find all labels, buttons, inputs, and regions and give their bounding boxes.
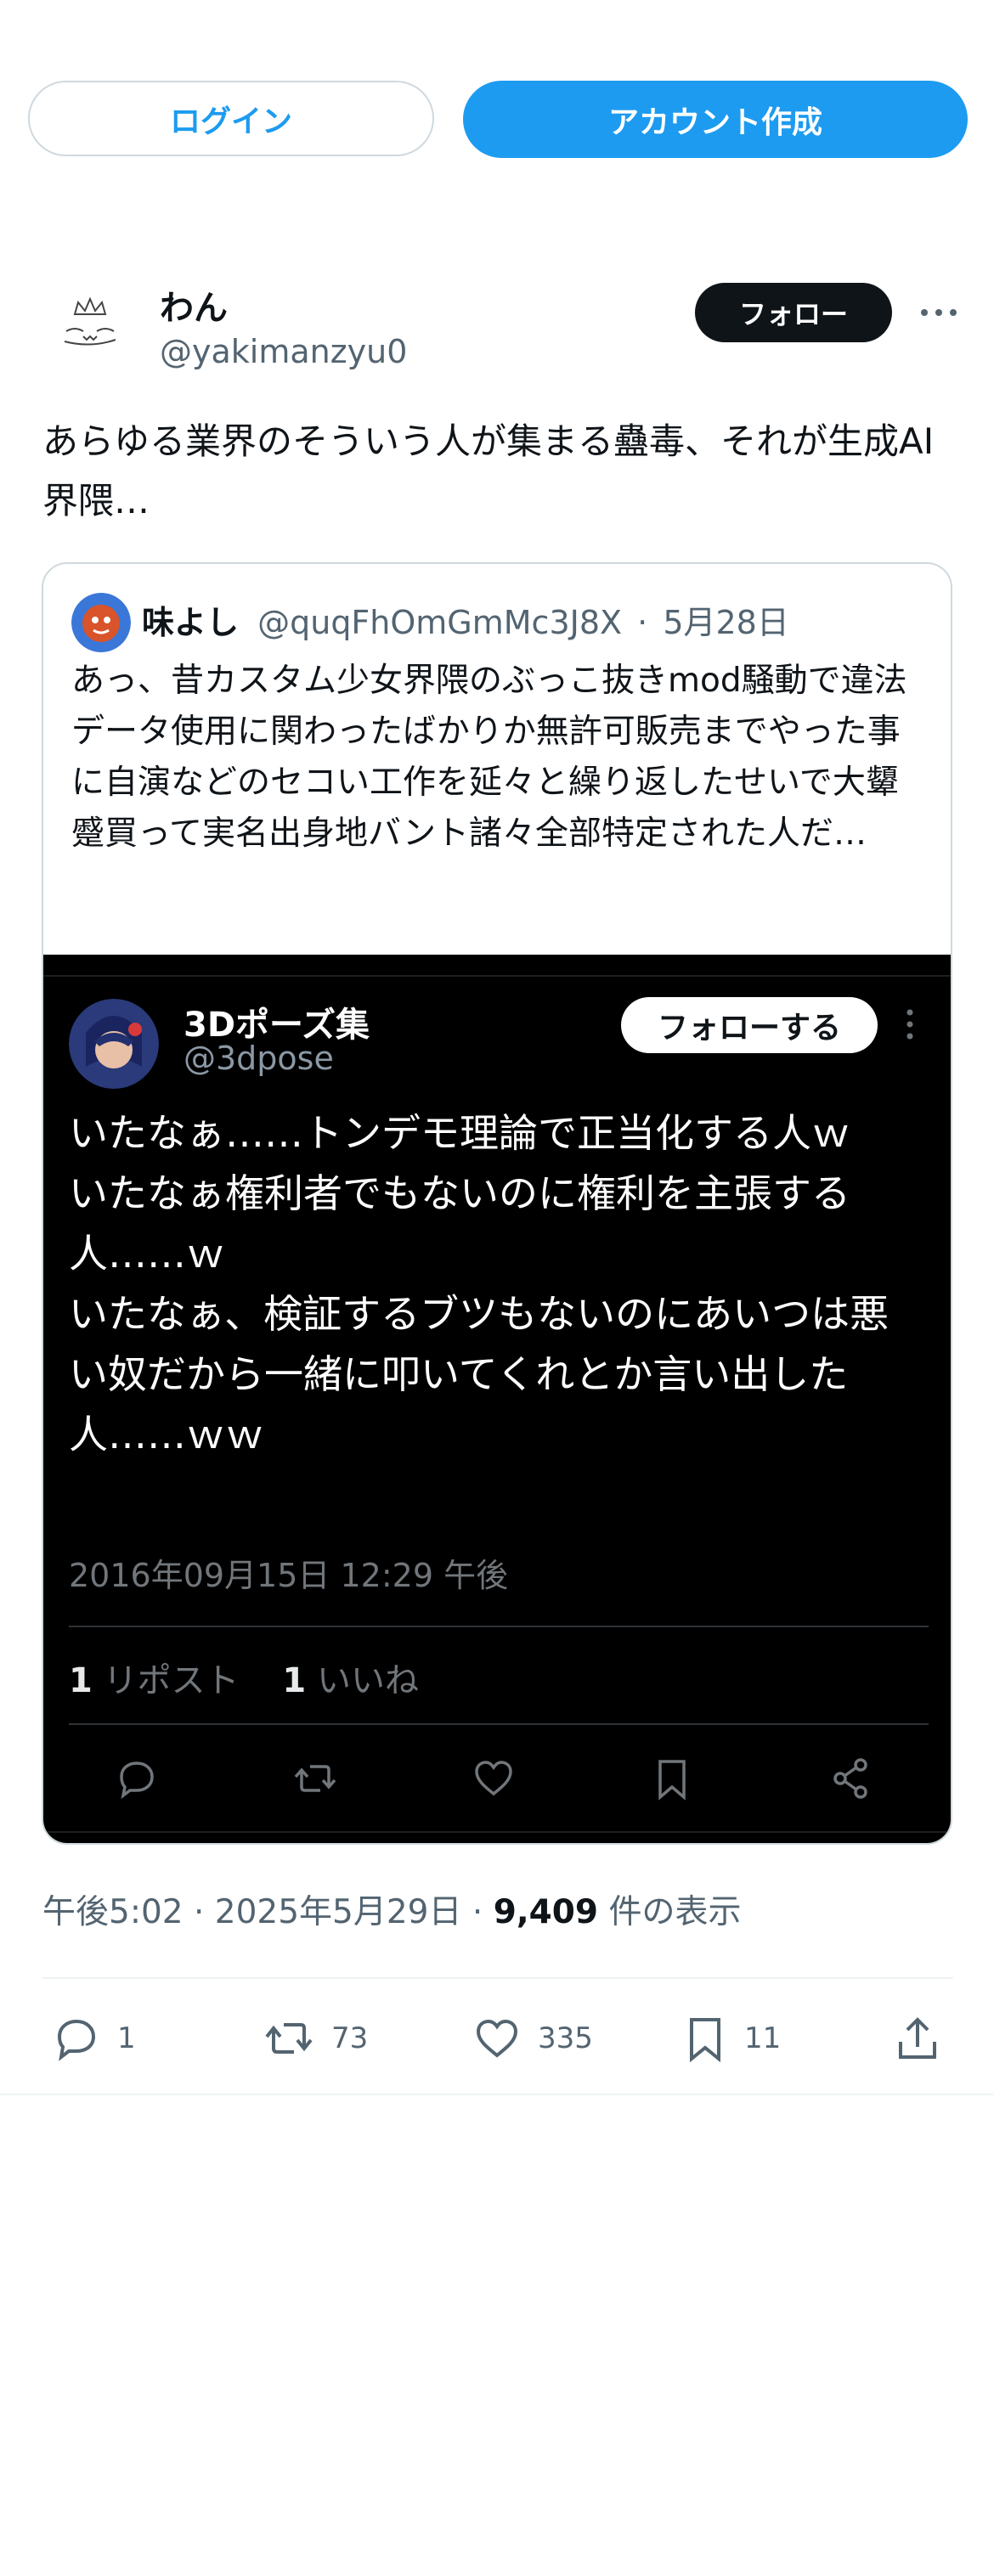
tweet-author: わん @yakimanzyu0 フォロー <box>42 280 960 391</box>
avatar[interactable] <box>49 287 131 369</box>
embedded-reposts-label: リポスト <box>103 1661 240 1700</box>
bookmark-icon <box>658 1760 686 1801</box>
author-handle[interactable]: @yakimanzyu0 <box>160 333 407 370</box>
quoted-tweet[interactable]: 味よし @quqFhOmGmMc3J8X · 5月28日 あっ、昔カスタム少女界… <box>42 562 952 1845</box>
share-icon <box>899 2017 936 2059</box>
auth-row: ログイン アカウント作成 <box>28 81 968 158</box>
tweet-time[interactable]: 午後5:02 <box>42 1893 184 1931</box>
divider <box>69 1723 929 1725</box>
repost-button[interactable]: 73 <box>262 2004 368 2072</box>
tweet-meta: 午後5:02 · 2025年5月29日 · 9,409 件の表示 <box>42 1885 742 1933</box>
views-label: 件の表示 <box>608 1893 742 1931</box>
divider <box>69 1626 929 1627</box>
separator-dot: · <box>472 1893 494 1931</box>
signup-button[interactable]: アカウント作成 <box>463 81 968 158</box>
embedded-action-bar <box>69 1745 929 1812</box>
embed-top-border <box>43 955 951 977</box>
bookmark-button[interactable]: 11 <box>681 2004 781 2072</box>
divider <box>43 1831 951 1833</box>
more-icon[interactable] <box>918 297 960 328</box>
quote-date[interactable]: 5月28日 <box>663 604 789 641</box>
embedded-reposts-count: 1 <box>69 1661 93 1700</box>
quote-author-name[interactable]: 味よし <box>142 604 239 641</box>
reply-count: 1 <box>117 2021 136 2055</box>
x-logo-icon[interactable] <box>41 0 99 15</box>
like-icon <box>476 2019 518 2058</box>
quote-header: 味よし @quqFhOmGmMc3J8X · 5月28日 <box>142 596 789 643</box>
embedded-likes-label: いいね <box>316 1661 419 1700</box>
share-button[interactable] <box>892 2004 958 2072</box>
login-button[interactable]: ログイン <box>28 81 434 156</box>
follow-button[interactable]: フォロー <box>695 283 892 342</box>
embedded-more-icon <box>906 1009 913 1040</box>
reply-icon <box>120 1761 154 1800</box>
separator-dot: · <box>637 604 648 641</box>
embedded-likes-count: 1 <box>282 1661 307 1700</box>
share-icon <box>833 1758 867 1799</box>
like-icon <box>475 1761 512 1796</box>
like-button[interactable]: 335 <box>472 2004 593 2072</box>
tweet-text: あらゆる業界のそういう人が集まる蠱毒、それが生成AI界隈… <box>42 420 935 521</box>
embedded-timestamp: 2016年09月15日 12:29 午後 <box>69 1557 509 1594</box>
author-name[interactable]: わん <box>160 280 228 330</box>
tweet-date[interactable]: 2025年5月29日 <box>215 1893 462 1931</box>
embedded-text: いたなぁ……トンデモ理論で正当化する人ｗ いたなぁ権利者でもないのに権利を主張す… <box>69 1110 890 1457</box>
views-count: 9,409 <box>493 1893 599 1931</box>
bookmark-icon <box>690 2018 720 2063</box>
repost-icon <box>265 2023 313 2054</box>
quote-avatar[interactable] <box>71 593 131 652</box>
quote-text: あっ、昔カスタム少女界隈のぶっこ抜きmod騒動で違法データ使用に関わったばかりか… <box>71 662 907 853</box>
separator-dot: · <box>194 1893 215 1931</box>
embedded-follow-button: フォローする <box>621 997 878 1053</box>
tweet-action-bar: 1 73 335 11 <box>42 2004 953 2072</box>
repost-icon <box>294 1765 336 1792</box>
embedded-avatar <box>69 999 159 1089</box>
divider <box>42 1977 953 1979</box>
like-count: 335 <box>538 2021 593 2055</box>
reply-icon <box>57 2019 96 2061</box>
repost-count: 73 <box>331 2021 369 2055</box>
embedded-stats: 1 リポスト 1 いいね <box>69 1653 419 1702</box>
embedded-author-handle: @3dpose <box>184 1040 334 1077</box>
bookmark-count: 11 <box>744 2021 782 2055</box>
reply-button[interactable]: 1 <box>51 2004 136 2072</box>
divider <box>0 2094 994 2095</box>
quote-author-handle[interactable]: @quqFhOmGmMc3J8X <box>257 604 622 641</box>
embedded-screenshot[interactable]: 3Dポーズ集 @3dpose フォローする いたなぁ……トンデモ理論で正当化する… <box>43 955 951 1843</box>
